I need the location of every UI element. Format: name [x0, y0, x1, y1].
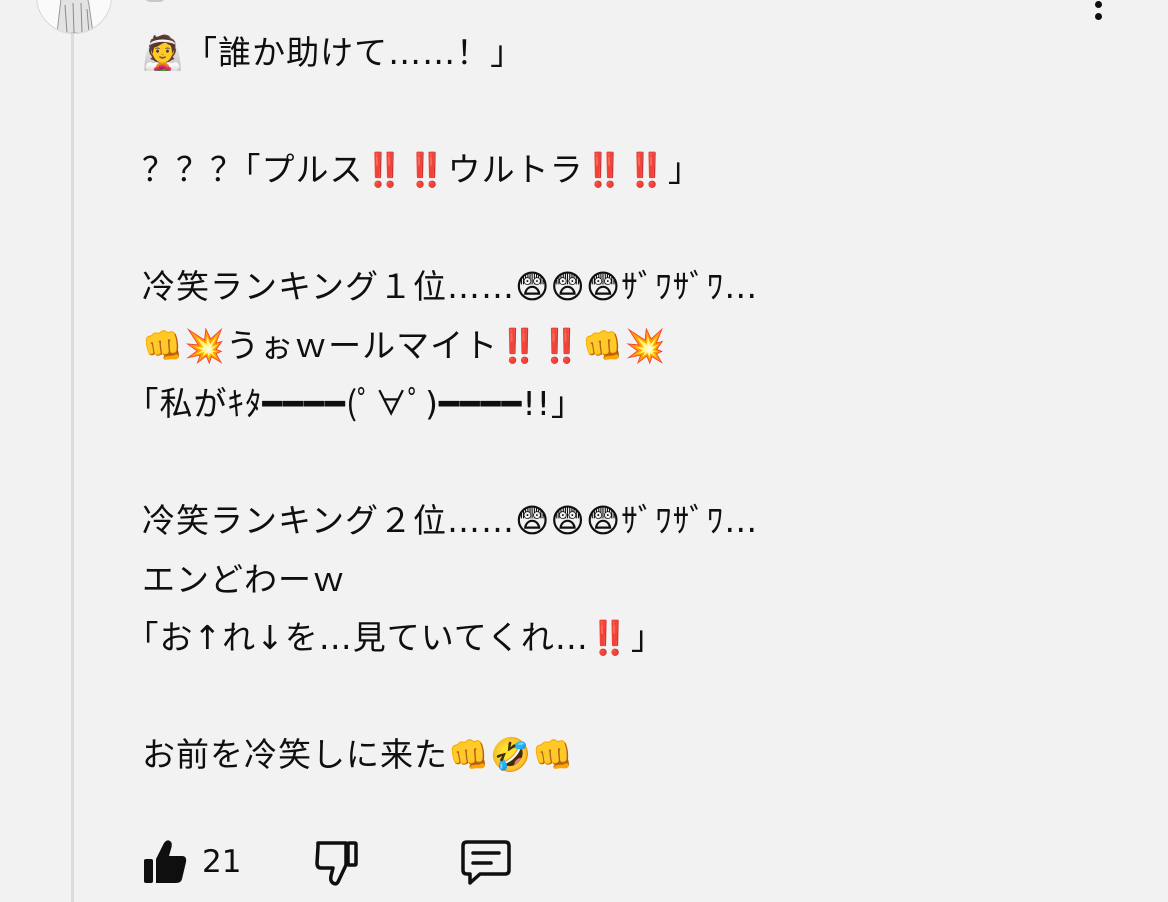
comment-line [142, 434, 1142, 493]
comment-line [142, 668, 1142, 727]
comment-line: 👊💥うぉｗールマイト‼️‼️👊💥 [142, 325, 667, 365]
comment-line: ｢お↑れ↓を…見ていてくれ…‼️」 [142, 618, 665, 657]
thumbs-down-icon [315, 841, 358, 886]
avatar-image [37, 0, 111, 33]
more-options-button[interactable] [1086, 0, 1110, 20]
author-name-partial[interactable] [145, 0, 165, 2]
comment-line: ｢私がｷﾀ━━━━(ﾟ∀ﾟ)━━━━!!」 [142, 384, 585, 423]
comment-line: 冷笑ランキング１位……😨😨😨ｻﾞﾜｻﾞﾜ… [142, 267, 759, 306]
comment-line: 👰「誰か助けて……！」 [142, 33, 525, 72]
comment-text: 👰「誰か助けて……！」 ？？？｢プルス‼️‼️ウルトラ‼️‼️」 冷笑ランキング… [142, 24, 1142, 785]
dislike-button[interactable] [314, 838, 360, 886]
comment-line: エンどわーｗ [142, 559, 346, 599]
comment-line: 冷笑ランキング２位……😨😨😨ｻﾞﾜｻﾞﾜ… [142, 501, 759, 540]
comment-line: ？？？｢プルス‼️‼️ウルトラ‼️‼️」 [142, 150, 702, 189]
comment-action-bar: 21 [142, 838, 642, 890]
like-button[interactable]: 21 [142, 838, 241, 886]
avatar[interactable] [36, 0, 112, 34]
reply-button[interactable] [460, 838, 512, 886]
comment-line [142, 83, 1142, 142]
thumbs-up-icon [144, 840, 187, 883]
thread-line [71, 30, 74, 902]
more-dot-icon [1094, 13, 1102, 20]
like-count: 21 [202, 844, 242, 880]
comment-line: お前を冷笑しに来た👊🤣👊 [142, 735, 575, 774]
more-dot-icon [1094, 1, 1102, 8]
reply-comment-icon [461, 840, 511, 885]
comment-line [142, 200, 1142, 259]
